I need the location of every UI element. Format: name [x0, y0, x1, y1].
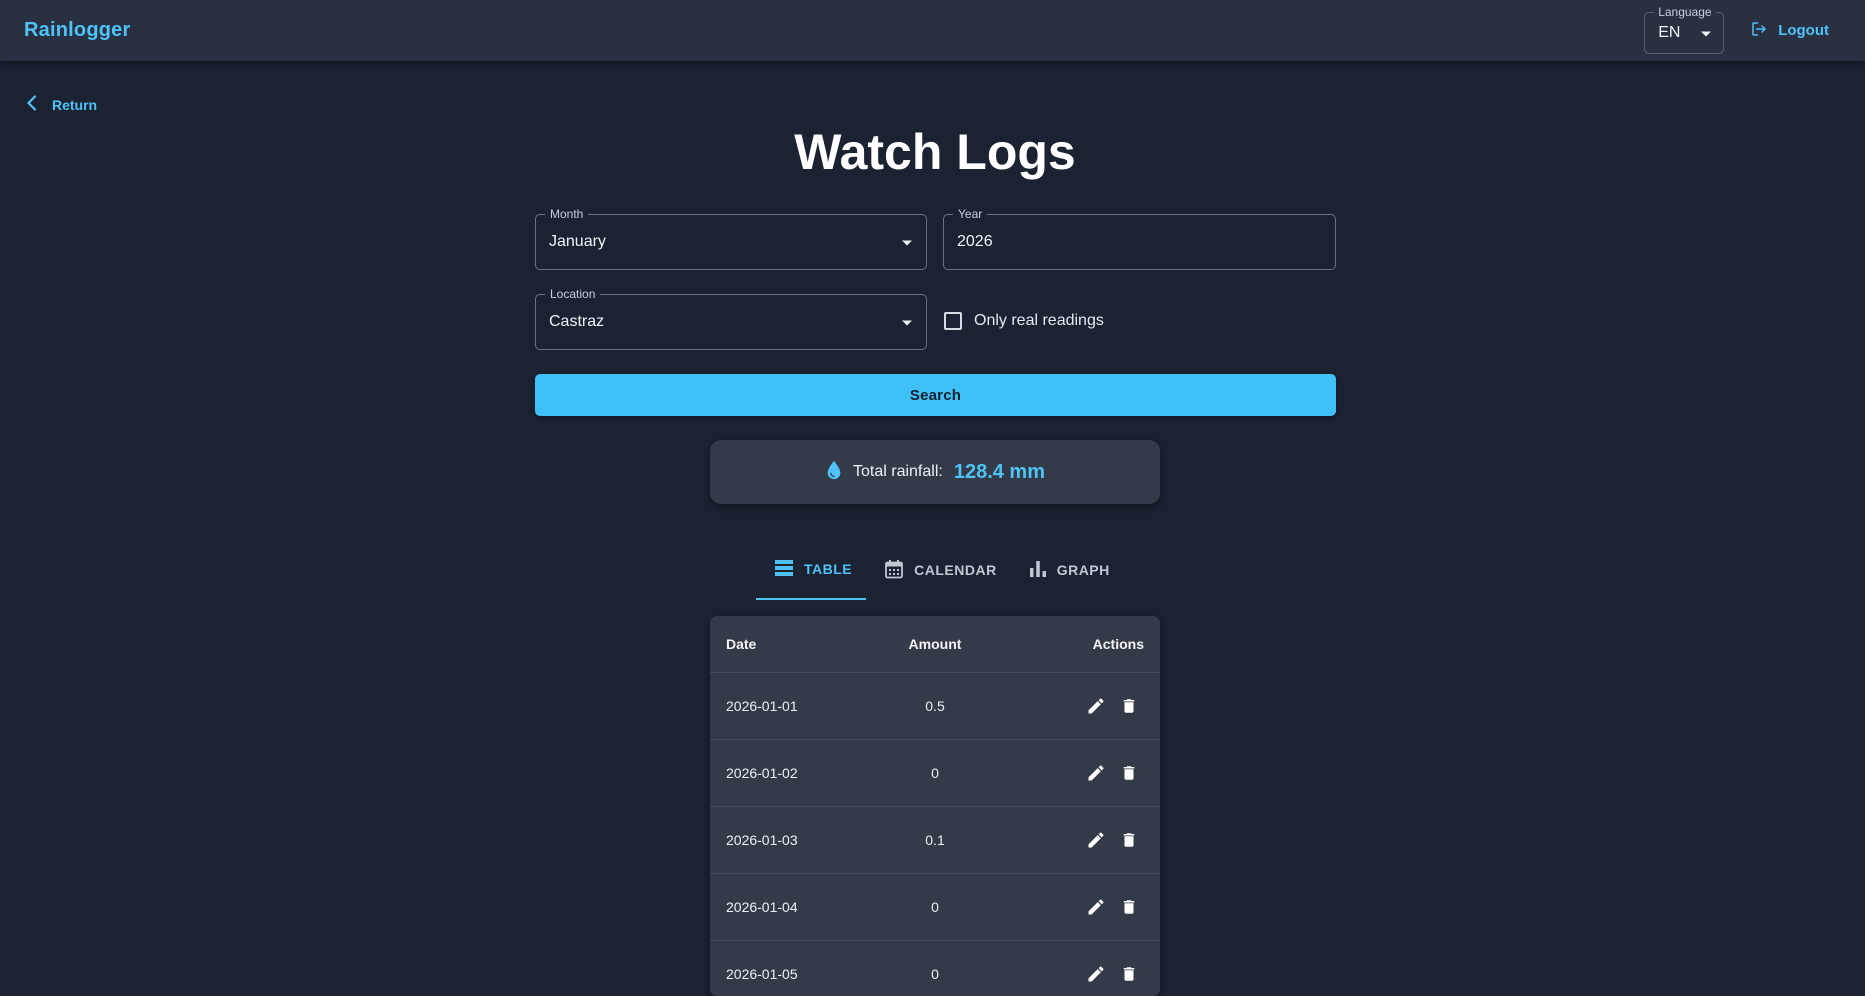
row-amount: 0: [931, 966, 939, 982]
return-link[interactable]: Return: [26, 95, 97, 114]
row-actions: [1010, 830, 1160, 850]
language-select-value: EN: [1658, 23, 1681, 41]
row-amount: 0: [931, 765, 939, 781]
bar-chart-icon: [1029, 560, 1047, 581]
edit-icon[interactable]: [1086, 763, 1106, 783]
month-select[interactable]: Month January: [535, 207, 927, 270]
table-header: Date Amount Actions: [710, 616, 1160, 673]
app-bar: Rainlogger Language EN Logout: [0, 0, 1865, 61]
row-date: 2026-01-05: [726, 966, 798, 982]
year-input-value: 2026: [957, 233, 993, 250]
view-tabs: TABLE CALENDAR GRAPH: [756, 540, 1124, 600]
location-select-label: Location: [545, 287, 601, 301]
edit-icon[interactable]: [1086, 964, 1106, 984]
only-real-readings-label: Only real readings: [974, 312, 1104, 329]
language-select-label: Language: [1654, 4, 1716, 19]
delete-icon[interactable]: [1120, 763, 1138, 783]
row-actions: [1010, 763, 1160, 783]
caret-down-icon: [902, 313, 912, 331]
logout-label: Logout: [1778, 22, 1829, 39]
year-input[interactable]: Year 2026: [943, 207, 1336, 270]
calendar-icon: [884, 559, 904, 582]
table-icon: [774, 559, 794, 580]
tab-calendar[interactable]: CALENDAR: [866, 540, 1011, 600]
language-select[interactable]: Language EN: [1644, 4, 1725, 54]
row-date: 2026-01-03: [726, 832, 798, 848]
edit-icon[interactable]: [1086, 897, 1106, 917]
month-select-label: Month: [545, 207, 589, 221]
delete-icon[interactable]: [1120, 696, 1138, 716]
water-drop-icon: [825, 460, 843, 485]
location-select[interactable]: Location Castraz: [535, 287, 927, 350]
total-rainfall-card: Total rainfall: 128.4 mm: [710, 440, 1160, 504]
row-actions: [1010, 897, 1160, 917]
tab-table-label: TABLE: [804, 561, 853, 577]
column-header-amount: Amount: [908, 636, 962, 652]
table-row: 2026-01-03 0.1: [710, 807, 1160, 874]
delete-icon[interactable]: [1120, 830, 1138, 850]
search-button[interactable]: Search: [535, 374, 1336, 416]
row-date: 2026-01-04: [726, 899, 798, 915]
logout-button[interactable]: Logout: [1750, 20, 1829, 42]
total-rainfall-label: Total rainfall:: [853, 463, 943, 480]
return-label: Return: [52, 96, 98, 113]
row-amount: 0.1: [925, 832, 945, 848]
column-header-actions: Actions: [1092, 636, 1144, 652]
row-amount: 0.5: [925, 698, 945, 714]
table-row: 2026-01-01 0.5: [710, 673, 1160, 740]
column-header-date: Date: [726, 636, 757, 652]
chevron-left-icon: [26, 95, 38, 114]
table-row: 2026-01-04 0: [710, 874, 1160, 941]
page-title: Watch Logs: [794, 124, 1076, 180]
location-select-value: Castraz: [549, 313, 605, 330]
row-actions: [1010, 696, 1160, 716]
table-row: 2026-01-05 0: [710, 941, 1160, 996]
row-actions: [1010, 964, 1160, 984]
logs-table: Date Amount Actions 2026-01-01 0.5 2026-01…: [710, 616, 1160, 996]
tab-table[interactable]: TABLE: [756, 540, 867, 600]
only-real-readings-checkbox[interactable]: [944, 312, 962, 330]
app-bar-actions: Language EN Logout: [1644, 0, 1841, 61]
tab-calendar-label: CALENDAR: [914, 562, 997, 578]
delete-icon[interactable]: [1120, 897, 1138, 917]
total-rainfall-value: 128.4 mm: [953, 460, 1045, 483]
table-row: 2026-01-02 0: [710, 740, 1160, 807]
only-real-readings-toggle[interactable]: Only real readings: [944, 312, 1104, 330]
tab-graph[interactable]: GRAPH: [1011, 540, 1124, 600]
logout-icon: [1750, 20, 1768, 42]
edit-icon[interactable]: [1086, 696, 1106, 716]
delete-icon[interactable]: [1120, 964, 1138, 984]
caret-down-icon: [1701, 24, 1712, 42]
app-brand[interactable]: Rainlogger: [24, 19, 130, 42]
caret-down-icon: [902, 233, 912, 251]
year-input-label: Year: [953, 207, 988, 221]
tab-graph-label: GRAPH: [1056, 562, 1110, 578]
row-amount: 0: [931, 899, 939, 915]
edit-icon[interactable]: [1086, 830, 1106, 850]
row-date: 2026-01-01: [726, 698, 798, 714]
row-date: 2026-01-02: [726, 765, 798, 781]
month-select-value: January: [549, 233, 606, 250]
